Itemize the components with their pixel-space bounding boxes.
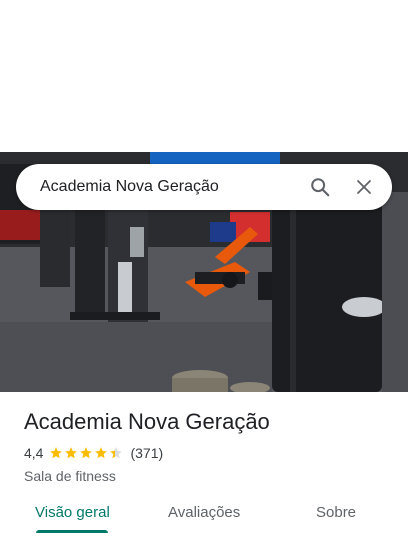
star-icon (80, 447, 93, 459)
review-count[interactable]: (371) (130, 445, 163, 461)
search-button[interactable] (298, 165, 342, 209)
place-info: Academia Nova Geração 4,4 (371) Sala de … (24, 408, 394, 484)
star-icon (50, 447, 63, 459)
search-query-text[interactable]: Academia Nova Geração (40, 178, 298, 196)
search-icon (311, 178, 330, 197)
close-button[interactable] (342, 165, 386, 209)
star-icon (110, 447, 123, 459)
rating-row[interactable]: 4,4 (371) (24, 444, 394, 462)
tab-about[interactable]: Sobre (316, 504, 356, 521)
star-icon (95, 447, 108, 459)
star-icon (65, 447, 78, 459)
rating-stars (49, 446, 124, 460)
search-bar[interactable]: Academia Nova Geração (16, 164, 392, 210)
place-category: Sala de fitness (24, 468, 116, 484)
tab-overview[interactable]: Visão geral (35, 504, 110, 521)
close-icon (357, 180, 371, 194)
place-tabs: Visão geral Avaliações Sobre (0, 492, 408, 544)
rating-value: 4,4 (24, 445, 44, 461)
active-tab-indicator (36, 530, 108, 533)
tab-reviews[interactable]: Avaliações (168, 504, 240, 521)
place-title: Academia Nova Geração (24, 409, 270, 434)
